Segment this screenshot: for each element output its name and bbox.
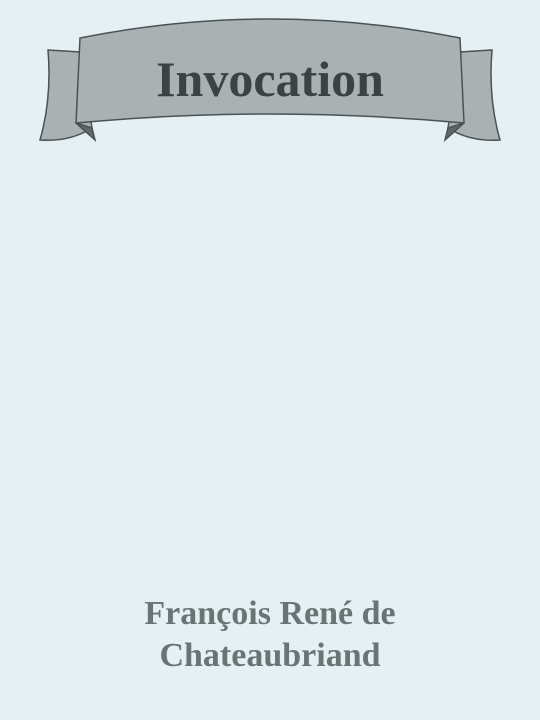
book-cover: Invocation François René de Chateaubrian…	[0, 0, 540, 720]
author-line-1: François René de	[144, 595, 396, 632]
book-title: Invocation	[156, 51, 384, 107]
author-line-2: Chateaubriand	[159, 637, 381, 674]
book-author: François René de Chateaubriand	[0, 593, 540, 677]
